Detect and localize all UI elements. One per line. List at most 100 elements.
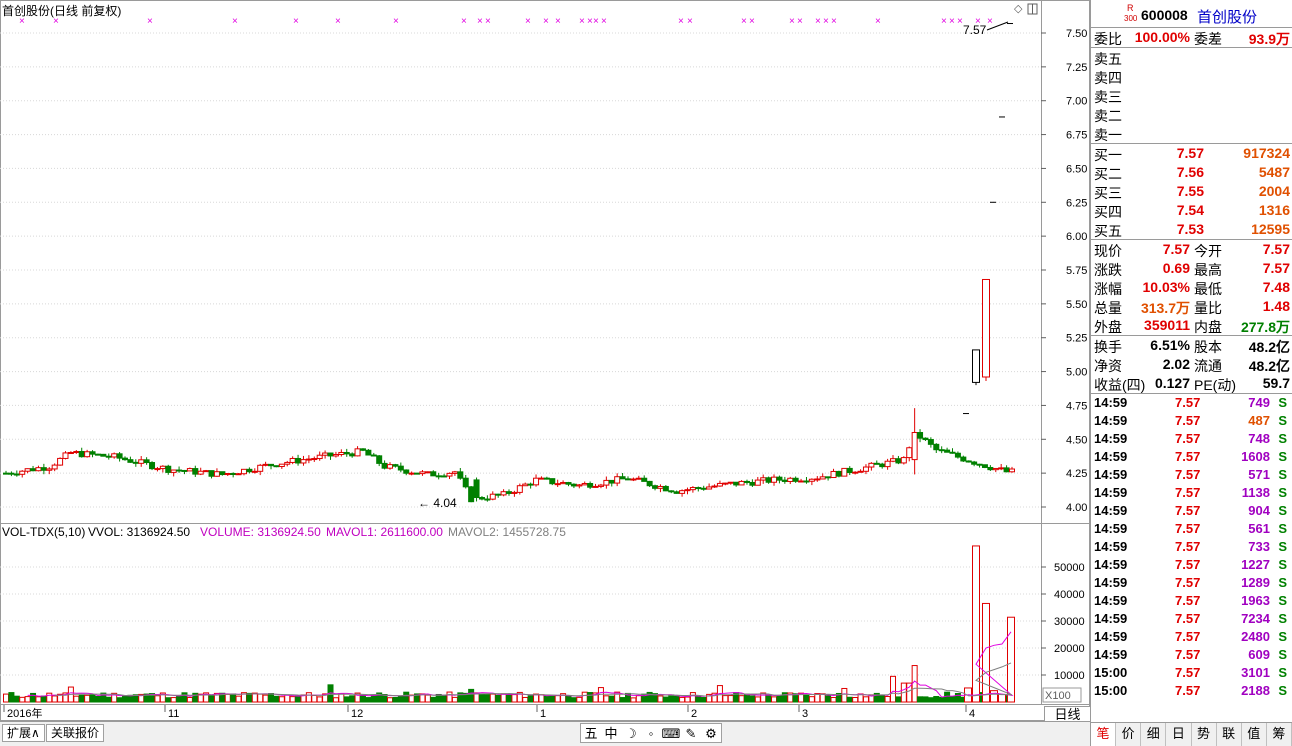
tick-row: 14:59 7.57 571 S [1091, 466, 1292, 484]
tick-time: 14:59 [1094, 395, 1128, 410]
volume-bar-down [570, 697, 577, 703]
volume-bar-down [397, 695, 404, 703]
candle-up [332, 453, 339, 457]
candle-up [862, 466, 869, 472]
buy-row[interactable]: 买一 7.57 917324 [1091, 144, 1292, 163]
mavol1-line [27, 631, 1014, 698]
dot-icon[interactable]: ◦ [641, 724, 661, 742]
tab-8[interactable]: 筹 [1267, 723, 1292, 746]
expand-tab[interactable]: 扩展∧ [2, 724, 45, 742]
keyboard-icon[interactable]: ⌨ [661, 724, 681, 742]
candle-down [949, 451, 956, 454]
candle-down [132, 461, 139, 464]
vvol-value: VVOL: 3136924.50 [88, 525, 190, 539]
five-grade-icon[interactable]: 五 [581, 724, 601, 742]
candle-down [587, 482, 594, 488]
date-label: 4 [969, 708, 975, 720]
candle-up [322, 452, 329, 456]
mavol2-line [54, 662, 1013, 697]
tick-side: S [1278, 647, 1287, 662]
draw-icon[interactable]: ✎ [681, 724, 701, 742]
volume-bar-up [722, 695, 729, 703]
tick-volume: 1289 [1241, 575, 1270, 590]
candle-down [981, 464, 988, 468]
volume-bar-down [208, 695, 215, 703]
candle-down [181, 469, 188, 472]
buy-row[interactable]: 买四 7.54 1316 [1091, 201, 1292, 220]
stat-value: 7.48 [1262, 279, 1290, 295]
kline-chart[interactable]: 7.50 7.25 7.00 6.75 6.50 6.25 6.00 5.75 5.50 5.25… [0, 0, 1090, 721]
candle-down [268, 463, 275, 467]
sell-row[interactable]: 卖一 [1091, 124, 1292, 143]
stock-name[interactable]: 首创股份 [1197, 6, 1257, 27]
tick-side: S [1278, 629, 1287, 644]
volume-value: VOLUME: 3136924.50 [200, 525, 321, 539]
candle-down [462, 477, 469, 488]
period-label[interactable]: 日线 [1044, 706, 1090, 722]
tab-4[interactable]: 日 [1166, 723, 1192, 746]
sell-row[interactable]: 卖五 [1091, 48, 1292, 67]
candle-down [652, 485, 659, 489]
candle-down [960, 456, 967, 462]
stat-value: 59.7 [1262, 375, 1290, 391]
candle-down [527, 483, 534, 486]
related-quote-tab[interactable]: 关联报价 [46, 724, 105, 742]
volume-bar-up [489, 693, 496, 703]
stat-value: 1.48 [1262, 298, 1290, 314]
stat-row: 涨幅 10.03% 最低 7.48 [1091, 278, 1292, 297]
volume-tick-label: 20000 [1054, 643, 1085, 655]
chart-frame [0, 0, 1090, 721]
tab-3[interactable]: 细 [1141, 723, 1167, 746]
tick-price: 7.57 [1175, 557, 1201, 572]
tab-1[interactable]: 笔 [1091, 723, 1117, 746]
candle-up [67, 452, 74, 455]
tab-5[interactable]: 势 [1192, 723, 1217, 746]
buy-row[interactable]: 买三 7.55 2004 [1091, 182, 1292, 201]
candle-up [635, 477, 642, 480]
price-tick-label: 4.50 [1066, 434, 1087, 446]
weibi-label: 委比 [1094, 31, 1122, 47]
candle-down [743, 480, 750, 483]
candle-down [473, 479, 480, 499]
sell-row[interactable]: 卖四 [1091, 67, 1292, 86]
night-mode-icon[interactable]: ☽ [621, 724, 641, 742]
candle-down [608, 479, 615, 484]
stat-value: 0.127 [1154, 375, 1190, 391]
stat-row: 涨跌 0.69 最高 7.57 [1091, 259, 1292, 278]
signal-marker-icon: × [789, 16, 795, 27]
signal-marker-icon: × [797, 16, 803, 27]
candle-up [798, 480, 805, 483]
weibi-value: 100.00% [1134, 29, 1190, 45]
price-tick-label: 4.00 [1066, 502, 1087, 514]
volume-bar-down [40, 695, 47, 703]
candle-up [154, 468, 161, 471]
candle-up [630, 478, 637, 481]
tab-6[interactable]: 联 [1217, 723, 1242, 746]
tab-2[interactable]: 价 [1116, 723, 1142, 746]
tick-time: 14:59 [1094, 521, 1128, 536]
stat-label: 收益(四) [1094, 377, 1146, 393]
chinese-input-icon[interactable]: 中 [601, 724, 621, 742]
volume-bar-up [424, 694, 431, 703]
settings-icon[interactable]: ⚙ [701, 724, 721, 742]
tick-price: 7.57 [1175, 593, 1201, 608]
sell-row[interactable]: 卖二 [1091, 105, 1292, 124]
volume-bar-up [289, 696, 296, 703]
tab-7[interactable]: 值 [1242, 723, 1267, 746]
candle-down [8, 472, 15, 475]
candle-down [695, 487, 702, 490]
volume-bar-down [181, 692, 188, 703]
candle-up [533, 477, 540, 486]
volume-bar-down [765, 694, 772, 703]
candle-down [1003, 467, 1010, 473]
candle-down [116, 453, 123, 459]
buy-row[interactable]: 买二 7.56 5487 [1091, 163, 1292, 182]
volume-bar-up [538, 694, 545, 703]
tick-list[interactable]: 14:59 7.57 749 S 14:59 7.57 487 S 14:59 7.57 748 S 1… [1091, 394, 1292, 700]
volume-bar-down [527, 695, 534, 703]
tick-time: 14:59 [1094, 593, 1128, 608]
candle-up [522, 483, 529, 487]
buy-row[interactable]: 买五 7.53 12595 [1091, 220, 1292, 239]
sell-row[interactable]: 卖三 [1091, 86, 1292, 105]
stat-label: 最高 [1194, 262, 1222, 278]
